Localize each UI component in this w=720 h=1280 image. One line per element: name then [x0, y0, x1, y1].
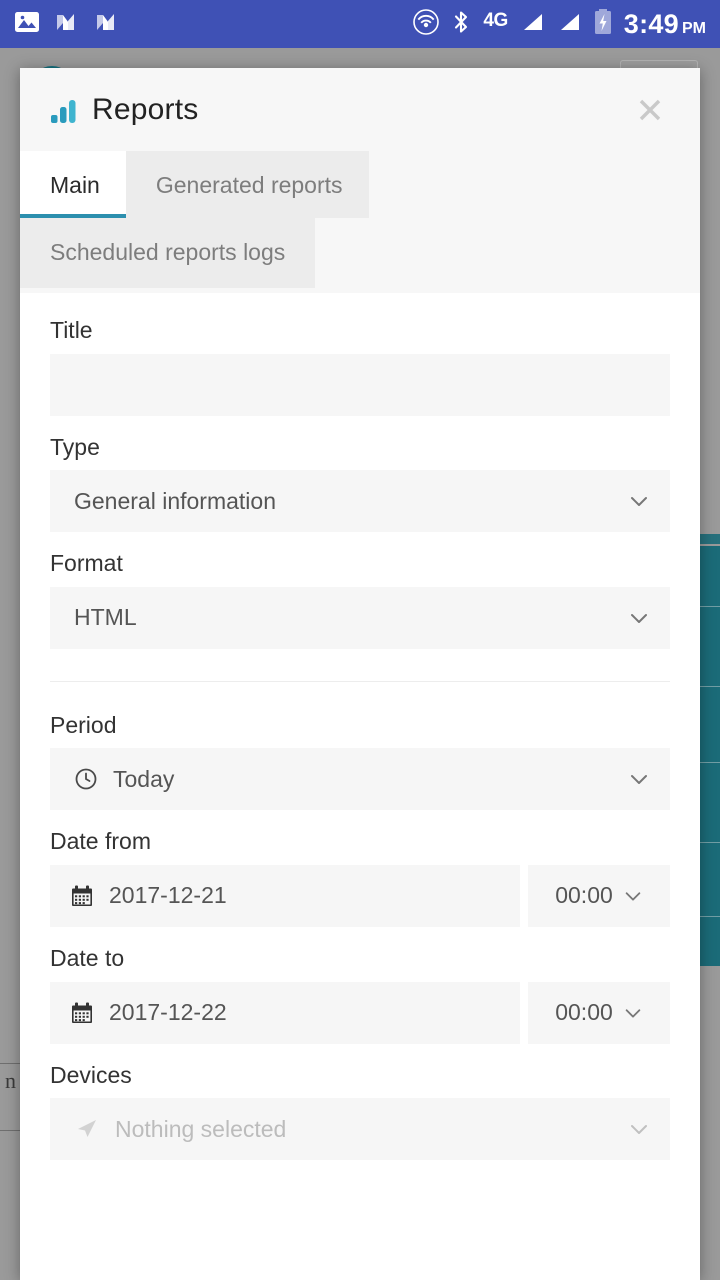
devices-select[interactable]: Nothing selected [50, 1098, 670, 1161]
period-select[interactable]: Today [50, 748, 670, 811]
close-button[interactable] [628, 88, 672, 132]
field-label-title: Title [50, 317, 93, 343]
clock-icon [74, 767, 98, 791]
bluetooth-icon [450, 9, 472, 40]
tab-row-1: Main Generated reports [20, 151, 700, 219]
time-to-select[interactable]: 00:00 [528, 981, 670, 1044]
tab-row-2: Scheduled reports logs [20, 218, 700, 288]
status-bar-right-icons: 4G 3:49 PM [413, 8, 706, 41]
field-devices: Devices Nothing selected [50, 1062, 670, 1161]
app-n-icon [54, 9, 80, 40]
type-select-value: General information [74, 487, 276, 514]
app-n-icon [94, 9, 120, 40]
format-select-value: HTML [74, 604, 137, 631]
report-form: Title Type General information Format HT… [20, 293, 700, 1161]
type-select[interactable]: General information [50, 470, 670, 533]
chevron-down-icon [623, 886, 643, 906]
chevron-down-icon [623, 1003, 643, 1023]
chevron-down-icon [628, 607, 650, 629]
tab-main[interactable]: Main [20, 151, 126, 219]
field-title: Title [50, 317, 670, 416]
field-date-from: Date from 2017-12-21 00:00 [50, 828, 670, 927]
tab-label: Generated reports [155, 172, 343, 198]
field-date-to: Date to 2017-12-22 00:00 [50, 945, 670, 1044]
field-period: Period Today [50, 712, 670, 811]
format-select[interactable]: HTML [50, 586, 670, 649]
tab-scheduled-reports-logs[interactable]: Scheduled reports logs [20, 218, 316, 288]
background-text-fragment: n [5, 1068, 16, 1093]
status-bar-left-icons [14, 9, 120, 40]
tab-label: Scheduled reports logs [50, 239, 286, 266]
chevron-down-icon [628, 490, 650, 512]
tab-generated-reports[interactable]: Generated reports [125, 151, 369, 219]
calendar-icon [70, 1001, 94, 1025]
field-label-date-to: Date to [50, 944, 125, 971]
dialog-header: Reports [20, 68, 700, 151]
section-divider [50, 680, 670, 682]
field-type: Type General information [50, 434, 670, 533]
field-label-devices: Devices [50, 1061, 132, 1088]
date-from-value: 2017-12-21 [109, 882, 227, 909]
navigation-arrow-icon [74, 1116, 100, 1142]
cast-icon [413, 8, 440, 40]
time-from-value: 00:00 [555, 882, 613, 909]
screen: ▬▬ ▪▪▪▪▪ ▬▬▬ n [0, 0, 720, 1280]
field-label-date-from: Date from [50, 828, 151, 855]
tab-bar: Main Generated reports Scheduled reports… [20, 151, 700, 293]
reports-dialog: Reports Main Generated reports Scheduled… [20, 68, 700, 1280]
date-to-row: 2017-12-22 00:00 [50, 981, 670, 1044]
calendar-icon [70, 884, 94, 908]
page-title: Reports [92, 92, 199, 126]
field-label-period: Period [50, 711, 117, 738]
photo-icon [14, 9, 40, 40]
field-format: Format HTML [50, 550, 670, 649]
title-input[interactable] [50, 353, 670, 416]
time-to-value: 00:00 [555, 999, 613, 1026]
date-to-value: 2017-12-22 [109, 999, 227, 1026]
devices-select-value: Nothing selected [115, 1115, 287, 1142]
bar-chart-icon [51, 99, 76, 123]
dialog-title-wrap: Reports [50, 93, 198, 127]
battery-charging-icon [593, 8, 613, 41]
status-bar: 4G 3:49 PM [0, 0, 720, 48]
date-from-row: 2017-12-21 00:00 [50, 864, 670, 927]
network-type-label: 4G [483, 9, 508, 31]
clock-ampm: PM [682, 19, 706, 37]
tab-label: Main [50, 172, 100, 198]
date-to-input[interactable]: 2017-12-22 [50, 981, 520, 1044]
chevron-down-icon [628, 768, 650, 790]
chevron-down-icon [628, 1118, 650, 1140]
background-divider [0, 1063, 20, 1064]
signal-icon [556, 9, 582, 40]
close-icon [639, 99, 661, 120]
time-from-select[interactable]: 00:00 [528, 864, 670, 927]
clock: 3:49 PM [623, 8, 706, 39]
field-label-type: Type [50, 433, 100, 460]
background-divider [0, 1130, 20, 1131]
field-label-format: Format [50, 550, 123, 577]
date-from-input[interactable]: 2017-12-21 [50, 864, 520, 927]
clock-time: 3:49 [623, 8, 679, 39]
signal-icon [519, 9, 545, 40]
period-select-value: Today [113, 765, 175, 792]
